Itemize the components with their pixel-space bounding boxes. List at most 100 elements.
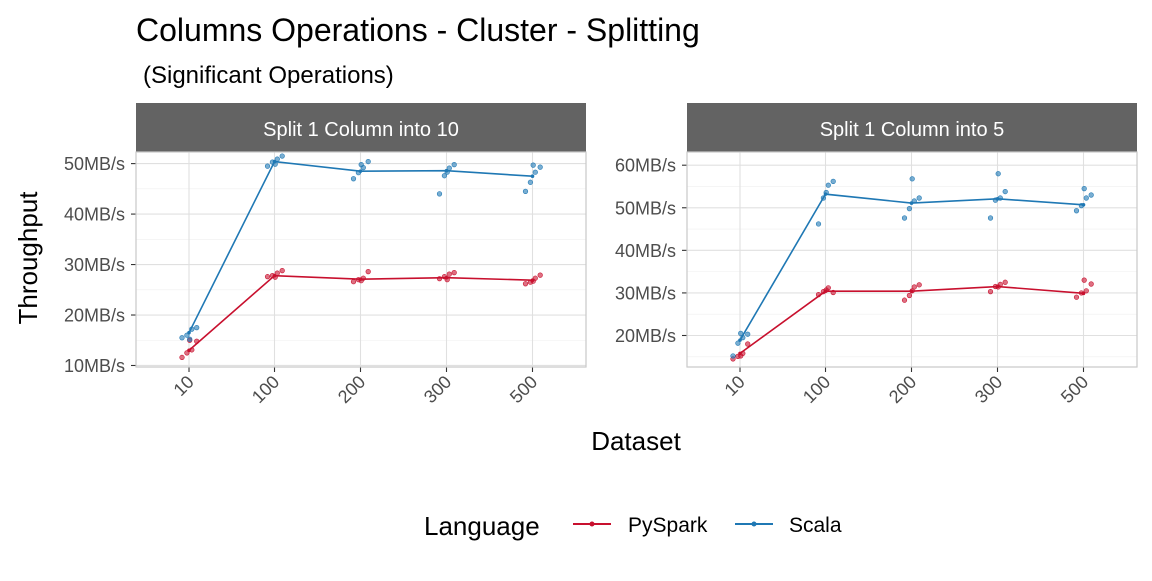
data-point bbox=[522, 281, 529, 287]
series-pyspark bbox=[730, 277, 1094, 362]
mean-point bbox=[530, 174, 535, 179]
data-point bbox=[365, 269, 371, 275]
data-point bbox=[1002, 188, 1008, 195]
data-point bbox=[906, 206, 913, 212]
data-point bbox=[1073, 208, 1080, 214]
data-point bbox=[530, 162, 536, 168]
y-tick-label: 60MB/s bbox=[615, 156, 676, 176]
mean-point bbox=[995, 197, 1000, 201]
chart-figure: Columns Operations - Cluster - Splitting… bbox=[0, 0, 1152, 576]
mean-point bbox=[738, 338, 742, 342]
data-point bbox=[537, 272, 543, 278]
mean-point bbox=[272, 159, 277, 164]
data-point bbox=[909, 176, 915, 182]
legend-item-pyspark: PySpark bbox=[573, 514, 708, 537]
data-point bbox=[1081, 186, 1087, 192]
data-point bbox=[179, 335, 185, 341]
data-point bbox=[745, 331, 751, 337]
x-tick-label: 500 bbox=[506, 372, 541, 407]
facet-strip-label: Split 1 Column into 5 bbox=[820, 119, 1005, 141]
data-point bbox=[1083, 195, 1089, 201]
data-point bbox=[522, 188, 529, 194]
series-scala bbox=[179, 153, 543, 342]
mean-point bbox=[272, 273, 277, 278]
x-axis-title: Dataset bbox=[591, 426, 681, 456]
data-point bbox=[350, 176, 357, 182]
x-tick-label: 300 bbox=[971, 372, 1006, 407]
data-point bbox=[279, 153, 285, 159]
data-point bbox=[279, 268, 285, 274]
data-point bbox=[365, 158, 371, 165]
mean-point bbox=[823, 192, 828, 196]
legend: Language PySpark Scala bbox=[424, 511, 842, 541]
data-point bbox=[916, 195, 922, 201]
data-point bbox=[730, 353, 736, 359]
chart-svg: Columns Operations - Cluster - Splitting… bbox=[13, 12, 1138, 541]
data-point bbox=[825, 182, 831, 188]
legend-key-point bbox=[751, 521, 757, 527]
y-axis-title: Throughput bbox=[13, 191, 43, 325]
data-point bbox=[264, 163, 271, 169]
legend-label: Scala bbox=[789, 514, 842, 537]
data-point bbox=[987, 215, 994, 221]
y-tick-label: 30MB/s bbox=[64, 255, 125, 275]
data-point bbox=[194, 325, 200, 331]
data-point bbox=[350, 279, 357, 285]
data-point bbox=[815, 221, 822, 227]
chart-title: Columns Operations - Cluster - Splitting bbox=[136, 12, 700, 48]
facet-panel-2: Split 1 Column into 5 20MB/s 30MB/s 40MB/s 5… bbox=[615, 103, 1138, 407]
data-point bbox=[264, 274, 271, 280]
data-point bbox=[187, 336, 193, 342]
x-tick-label: 10 bbox=[721, 372, 749, 400]
y-tick-label: 10MB/s bbox=[64, 356, 125, 376]
y-tick-label: 40MB/s bbox=[615, 241, 676, 261]
data-point bbox=[527, 179, 533, 185]
mean-point bbox=[909, 289, 914, 294]
legend-label: PySpark bbox=[628, 514, 708, 537]
data-point bbox=[1002, 279, 1008, 285]
mean-point bbox=[358, 277, 363, 281]
x-tick-label: 10 bbox=[170, 372, 198, 400]
mean-point bbox=[530, 278, 535, 282]
data-point bbox=[358, 162, 364, 168]
x-tick-label: 300 bbox=[420, 372, 455, 407]
data-point bbox=[532, 169, 538, 175]
mean-point bbox=[444, 275, 449, 280]
legend-title: Language bbox=[424, 511, 540, 541]
y-tick-label: 40MB/s bbox=[64, 205, 125, 225]
data-point bbox=[1088, 281, 1094, 287]
data-point bbox=[451, 270, 457, 276]
data-point bbox=[537, 164, 543, 170]
data-point bbox=[830, 178, 836, 184]
mean-point bbox=[1081, 291, 1086, 296]
facet-panels: Split 1 Column into 10 10MB/s 20MB/s 30MB/s… bbox=[64, 103, 1138, 407]
data-point bbox=[179, 354, 185, 361]
facet-strip-label: Split 1 Column into 10 bbox=[263, 119, 459, 141]
data-point bbox=[1081, 277, 1087, 283]
x-tick-label: 200 bbox=[334, 372, 369, 407]
data-point bbox=[995, 171, 1001, 177]
legend-item-scala: Scala bbox=[735, 514, 842, 537]
x-tick-label: 100 bbox=[248, 372, 283, 407]
mean-point bbox=[358, 169, 363, 173]
series-pyspark bbox=[179, 268, 543, 361]
mean-point bbox=[187, 330, 191, 335]
facet-panel-1: Split 1 Column into 10 10MB/s 20MB/s 30MB/s… bbox=[64, 103, 587, 407]
data-point bbox=[906, 292, 913, 299]
data-point bbox=[451, 162, 457, 168]
y-tick-label: 50MB/s bbox=[64, 154, 125, 174]
y-tick-label: 30MB/s bbox=[615, 283, 676, 303]
x-tick-label: 500 bbox=[1057, 372, 1092, 407]
y-tick-label: 50MB/s bbox=[615, 198, 676, 218]
legend-key-point bbox=[589, 521, 595, 527]
data-point bbox=[901, 215, 908, 221]
chart-subtitle: (Significant Operations) bbox=[143, 62, 394, 89]
x-tick-label: 100 bbox=[799, 372, 834, 407]
mean-point bbox=[909, 201, 914, 205]
mean-point bbox=[187, 348, 191, 353]
data-point bbox=[901, 297, 908, 303]
data-point bbox=[916, 282, 922, 288]
y-tick-label: 20MB/s bbox=[615, 326, 676, 346]
data-point bbox=[436, 191, 443, 197]
series-scala bbox=[730, 171, 1094, 359]
